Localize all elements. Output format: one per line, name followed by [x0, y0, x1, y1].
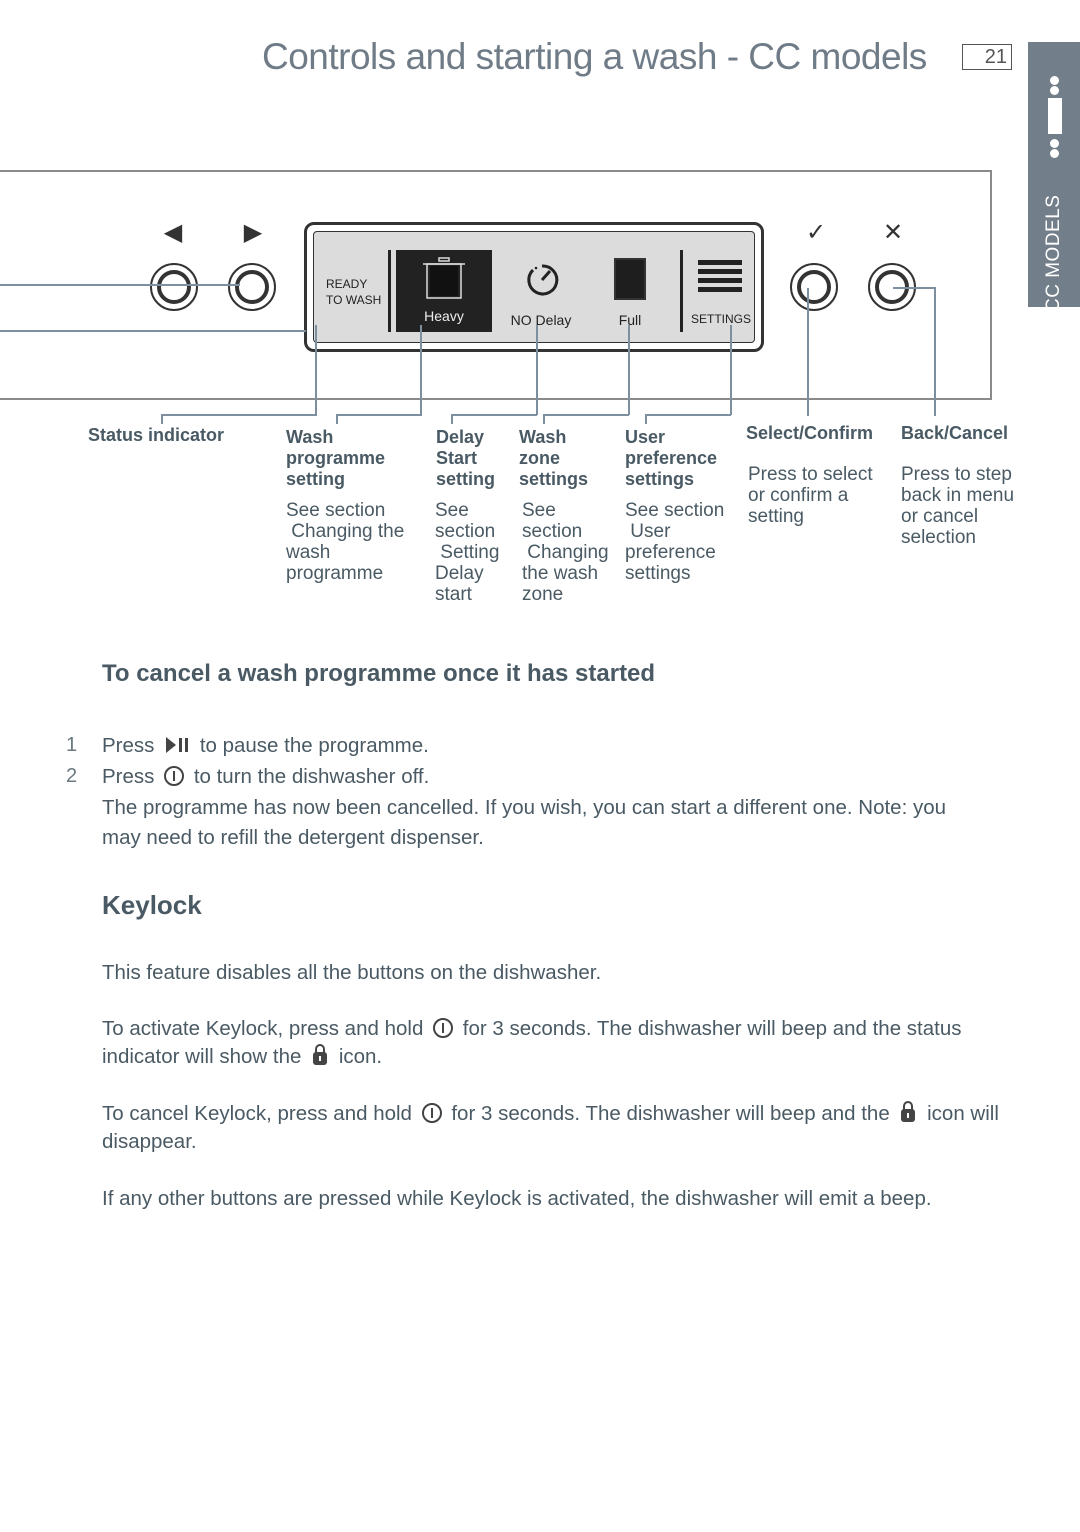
connector-line — [536, 325, 538, 415]
connector-line — [336, 414, 422, 416]
text: for 3 seconds. The dishwasher will beep … — [462, 1017, 962, 1040]
callout-wash-programme-title: Wash programme setting — [286, 427, 386, 489]
play-pause-icon — [166, 737, 189, 753]
power-icon — [164, 766, 185, 786]
connector-line — [543, 414, 629, 416]
connector-line — [161, 414, 163, 424]
text: for 3 seconds. The dishwasher will beep … — [451, 1102, 890, 1125]
settings-label: SETTINGS — [690, 312, 751, 326]
connector-line — [645, 414, 647, 424]
divider — [388, 250, 391, 332]
connector-line — [628, 325, 630, 415]
note-line: The programme has now been cancelled. If… — [102, 796, 947, 819]
zone-icon — [614, 258, 646, 300]
keylock-other: If any other buttons are pressed while K… — [102, 1187, 932, 1210]
callout-status-title: Status indicator — [88, 425, 225, 445]
callout-zone-title: Wash zone settings — [519, 427, 589, 489]
callout-select-body: Press to select or confirm a setting — [748, 464, 873, 527]
right-button[interactable] — [228, 263, 276, 311]
settings-icon — [698, 260, 742, 292]
step-1: Press to pause the programme. — [102, 731, 429, 761]
callout-delay-title: Delay Start setting — [436, 427, 496, 489]
page-number: 21 — [962, 44, 1012, 70]
callout-back-body: Press to step back in menu or cancel sel… — [901, 464, 1015, 548]
step-text: Press — [102, 734, 155, 757]
status-line: READY — [326, 277, 368, 291]
step-number: 2 — [66, 765, 78, 787]
programme-label: Heavy — [424, 308, 464, 324]
connector-line — [934, 287, 936, 416]
cancel-note: The programme has now been cancelled. If… — [102, 793, 946, 853]
callout-wash-programme-body: See section Changing the wash programme — [286, 500, 405, 584]
connector-line — [543, 414, 545, 424]
connector-line — [451, 414, 537, 416]
step-text: to turn the dishwasher off. — [193, 765, 430, 788]
timer-icon — [527, 264, 559, 296]
note-line: may need to refill the detergent dispens… — [102, 826, 484, 849]
connector-line — [730, 325, 732, 415]
divider — [680, 250, 683, 332]
callout-user-pref-title: User preference settings — [625, 427, 718, 489]
status-indicator: READY TO WASH — [326, 276, 381, 308]
callout-delay-body: See section Setting Delay start — [435, 500, 500, 605]
power-icon — [421, 1103, 442, 1123]
step-text: to pause the programme. — [199, 734, 429, 757]
lock-icon — [313, 1044, 328, 1065]
keylock-heading: Keylock — [102, 890, 202, 920]
lock-icon — [901, 1101, 916, 1122]
text: indicator will show the — [102, 1045, 302, 1068]
pot-icon — [423, 257, 465, 299]
text: icon. — [338, 1045, 383, 1068]
page-title: Controls and starting a wash - CC models — [262, 36, 927, 77]
side-tab-label: CC MODELS — [1043, 194, 1064, 312]
connector-line — [161, 414, 317, 416]
connector-line — [0, 330, 306, 332]
connector-line — [420, 325, 422, 415]
connector-line — [893, 287, 935, 289]
zone-label: Full — [618, 312, 642, 328]
right-arrow-icon: ▶ — [243, 219, 263, 246]
select-confirm-button[interactable] — [790, 263, 838, 311]
keylock-intro: This feature disables all the buttons on… — [102, 961, 602, 984]
status-line: TO WASH — [326, 293, 382, 307]
cancel-heading: To cancel a wash programme once it has s… — [102, 660, 656, 687]
callout-select-title: Select/Confirm — [746, 423, 874, 443]
side-tab: CC MODELS — [1028, 42, 1080, 312]
callout-zone-body: See section Changing the wash zone — [522, 500, 609, 605]
connector-line — [315, 325, 317, 415]
display-screen: READY TO WASH Heavy NO Delay Full SETTIN… — [304, 222, 764, 352]
programme-tile[interactable]: Heavy — [396, 250, 492, 332]
text: To activate Keylock, press and hold — [102, 1017, 424, 1040]
keylock-cancel: To cancel Keylock, press and hold for 3 … — [102, 1099, 1042, 1157]
text: disappear. — [102, 1130, 197, 1153]
close-icon: ✕ — [882, 219, 904, 246]
delay-label: NO Delay — [510, 312, 572, 328]
step-number: 1 — [66, 734, 78, 756]
text: icon will — [927, 1102, 999, 1125]
callout-user-pref-body: See section User preference settings — [625, 500, 725, 584]
connector-line — [807, 288, 809, 416]
check-icon: ✓ — [805, 219, 827, 246]
connector-line — [451, 414, 453, 424]
step-text: Press — [102, 765, 155, 788]
keylock-activate: To activate Keylock, press and hold for … — [102, 1014, 1022, 1072]
left-button[interactable] — [150, 263, 198, 311]
left-arrow-icon: ◀ — [163, 219, 183, 246]
connector-line — [645, 414, 731, 416]
text: To cancel Keylock, press and hold — [102, 1102, 412, 1125]
callout-back-title: Back/Cancel — [901, 423, 1009, 443]
step-2: Press to turn the dishwasher off. — [102, 762, 429, 792]
connector-line — [0, 284, 240, 286]
connector-line — [336, 414, 338, 424]
power-icon — [433, 1018, 454, 1038]
